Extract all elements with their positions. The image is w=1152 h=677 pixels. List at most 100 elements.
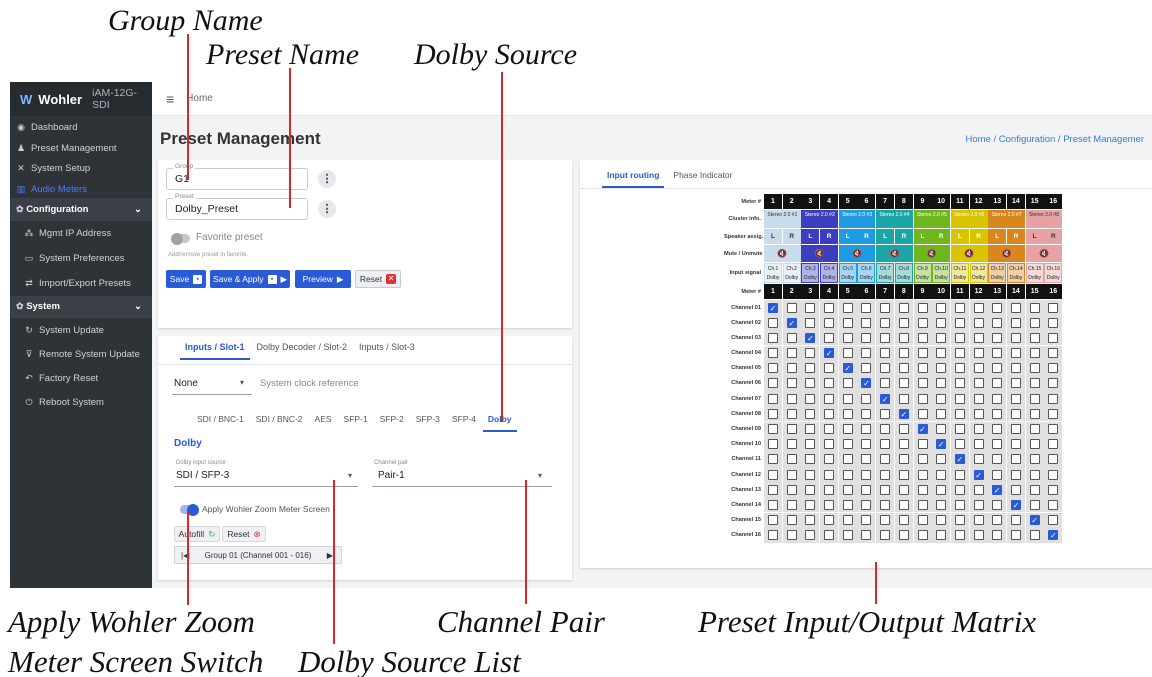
- routing-checkbox[interactable]: ✓: [1029, 515, 1040, 526]
- routing-checkbox[interactable]: [954, 363, 965, 374]
- routing-checkbox[interactable]: [842, 408, 853, 419]
- breadcrumb[interactable]: Home / Configuration / Preset Managemer: [966, 134, 1144, 145]
- routing-checkbox[interactable]: [824, 439, 835, 450]
- save-button[interactable]: Save ▪: [166, 270, 206, 288]
- routing-checkbox[interactable]: [992, 408, 1003, 419]
- reset-button[interactable]: Reset ✕: [355, 270, 401, 288]
- routing-checkbox[interactable]: ✓: [973, 469, 984, 480]
- routing-checkbox[interactable]: [768, 424, 778, 434]
- routing-checkbox[interactable]: [768, 408, 778, 419]
- routing-checkbox[interactable]: [917, 332, 928, 343]
- routing-checkbox[interactable]: [954, 484, 965, 495]
- routing-checkbox[interactable]: [1010, 469, 1021, 480]
- routing-checkbox[interactable]: ✓: [880, 393, 891, 404]
- routing-checkbox[interactable]: [954, 378, 965, 389]
- routing-checkbox[interactable]: [898, 302, 909, 313]
- routing-checkbox[interactable]: [805, 530, 816, 541]
- routing-checkbox[interactable]: [917, 499, 928, 510]
- routing-checkbox[interactable]: [861, 363, 872, 374]
- routing-checkbox[interactable]: [824, 408, 835, 419]
- routing-checkbox[interactable]: [768, 469, 778, 480]
- routing-checkbox[interactable]: [954, 469, 965, 480]
- routing-checkbox[interactable]: [842, 469, 853, 480]
- routing-checkbox[interactable]: [973, 499, 984, 510]
- routing-checkbox[interactable]: [917, 393, 928, 404]
- routing-checkbox[interactable]: [1010, 484, 1021, 495]
- routing-checkbox[interactable]: [786, 332, 797, 343]
- routing-checkbox[interactable]: [936, 363, 947, 374]
- chevron-down-icon[interactable]: ▾: [538, 471, 542, 480]
- routing-checkbox[interactable]: [1048, 424, 1059, 434]
- routing-checkbox[interactable]: [973, 424, 984, 434]
- routing-checkbox[interactable]: [880, 348, 891, 359]
- routing-checkbox[interactable]: [898, 332, 909, 343]
- inputs-reset-button[interactable]: Reset ⊗: [222, 526, 266, 542]
- routing-checkbox[interactable]: [917, 530, 928, 541]
- routing-checkbox[interactable]: [861, 424, 872, 434]
- routing-checkbox[interactable]: [898, 469, 909, 480]
- routing-checkbox[interactable]: [861, 317, 872, 328]
- routing-checkbox[interactable]: ✓: [805, 332, 816, 343]
- routing-checkbox[interactable]: [917, 454, 928, 465]
- routing-checkbox[interactable]: [954, 499, 965, 510]
- routing-checkbox[interactable]: ✓: [1010, 499, 1021, 510]
- routing-checkbox[interactable]: [861, 530, 872, 541]
- channel-pair-value[interactable]: Pair-1: [378, 470, 405, 481]
- routing-checkbox[interactable]: [992, 530, 1003, 541]
- routing-checkbox[interactable]: [954, 302, 965, 313]
- tab-phase-indicator[interactable]: Phase Indicator: [668, 170, 737, 188]
- sidebar-item-mgmt-ip[interactable]: ⁂ Mgmt IP Address: [10, 221, 152, 246]
- routing-checkbox[interactable]: [973, 515, 984, 526]
- speaker-cell[interactable]: L: [764, 229, 782, 244]
- clock-select-value[interactable]: None: [174, 378, 198, 389]
- routing-checkbox[interactable]: [861, 499, 872, 510]
- routing-checkbox[interactable]: [898, 393, 909, 404]
- routing-checkbox[interactable]: [880, 408, 891, 419]
- tab-slot-1[interactable]: Inputs / Slot-1: [180, 342, 250, 360]
- routing-checkbox[interactable]: ✓: [824, 348, 835, 359]
- routing-checkbox[interactable]: [842, 393, 853, 404]
- routing-checkbox[interactable]: [936, 454, 947, 465]
- routing-checkbox[interactable]: [936, 499, 947, 510]
- routing-checkbox[interactable]: [936, 302, 947, 313]
- routing-checkbox[interactable]: [936, 469, 947, 480]
- routing-checkbox[interactable]: ✓: [786, 317, 797, 328]
- routing-checkbox[interactable]: [1010, 302, 1021, 313]
- routing-checkbox[interactable]: [917, 363, 928, 374]
- routing-checkbox[interactable]: [880, 454, 891, 465]
- routing-checkbox[interactable]: [992, 393, 1003, 404]
- routing-checkbox[interactable]: [973, 408, 984, 419]
- speaker-cell[interactable]: R: [894, 229, 913, 244]
- routing-checkbox[interactable]: ✓: [861, 378, 872, 389]
- routing-checkbox[interactable]: [898, 530, 909, 541]
- routing-checkbox[interactable]: [880, 317, 891, 328]
- routing-checkbox[interactable]: [992, 454, 1003, 465]
- routing-checkbox[interactable]: [936, 424, 947, 434]
- routing-checkbox[interactable]: [1048, 302, 1059, 313]
- routing-checkbox[interactable]: [917, 302, 928, 313]
- routing-checkbox[interactable]: [786, 454, 797, 465]
- routing-checkbox[interactable]: [992, 302, 1003, 313]
- routing-checkbox[interactable]: [954, 393, 965, 404]
- routing-checkbox[interactable]: [880, 363, 891, 374]
- sidebar-section-configuration[interactable]: ✿ Configuration ⌄: [10, 198, 152, 221]
- routing-checkbox[interactable]: [880, 484, 891, 495]
- favorite-toggle[interactable]: [171, 232, 190, 245]
- routing-checkbox[interactable]: [861, 332, 872, 343]
- routing-checkbox[interactable]: [992, 317, 1003, 328]
- routing-checkbox[interactable]: [842, 530, 853, 541]
- routing-checkbox[interactable]: [973, 484, 984, 495]
- routing-checkbox[interactable]: [917, 378, 928, 389]
- routing-checkbox[interactable]: [880, 530, 891, 541]
- routing-checkbox[interactable]: [992, 515, 1003, 526]
- routing-checkbox[interactable]: [1029, 332, 1040, 343]
- speaker-cell[interactable]: L: [950, 229, 969, 244]
- routing-checkbox[interactable]: [954, 439, 965, 450]
- sidebar-section-system[interactable]: ✿ System ⌄: [10, 295, 152, 318]
- routing-checkbox[interactable]: ✓: [954, 454, 965, 465]
- routing-checkbox[interactable]: [1029, 348, 1040, 359]
- speaker-cell[interactable]: L: [876, 229, 895, 244]
- routing-checkbox[interactable]: [824, 378, 835, 389]
- routing-checkbox[interactable]: [842, 378, 853, 389]
- routing-checkbox[interactable]: [1029, 363, 1040, 374]
